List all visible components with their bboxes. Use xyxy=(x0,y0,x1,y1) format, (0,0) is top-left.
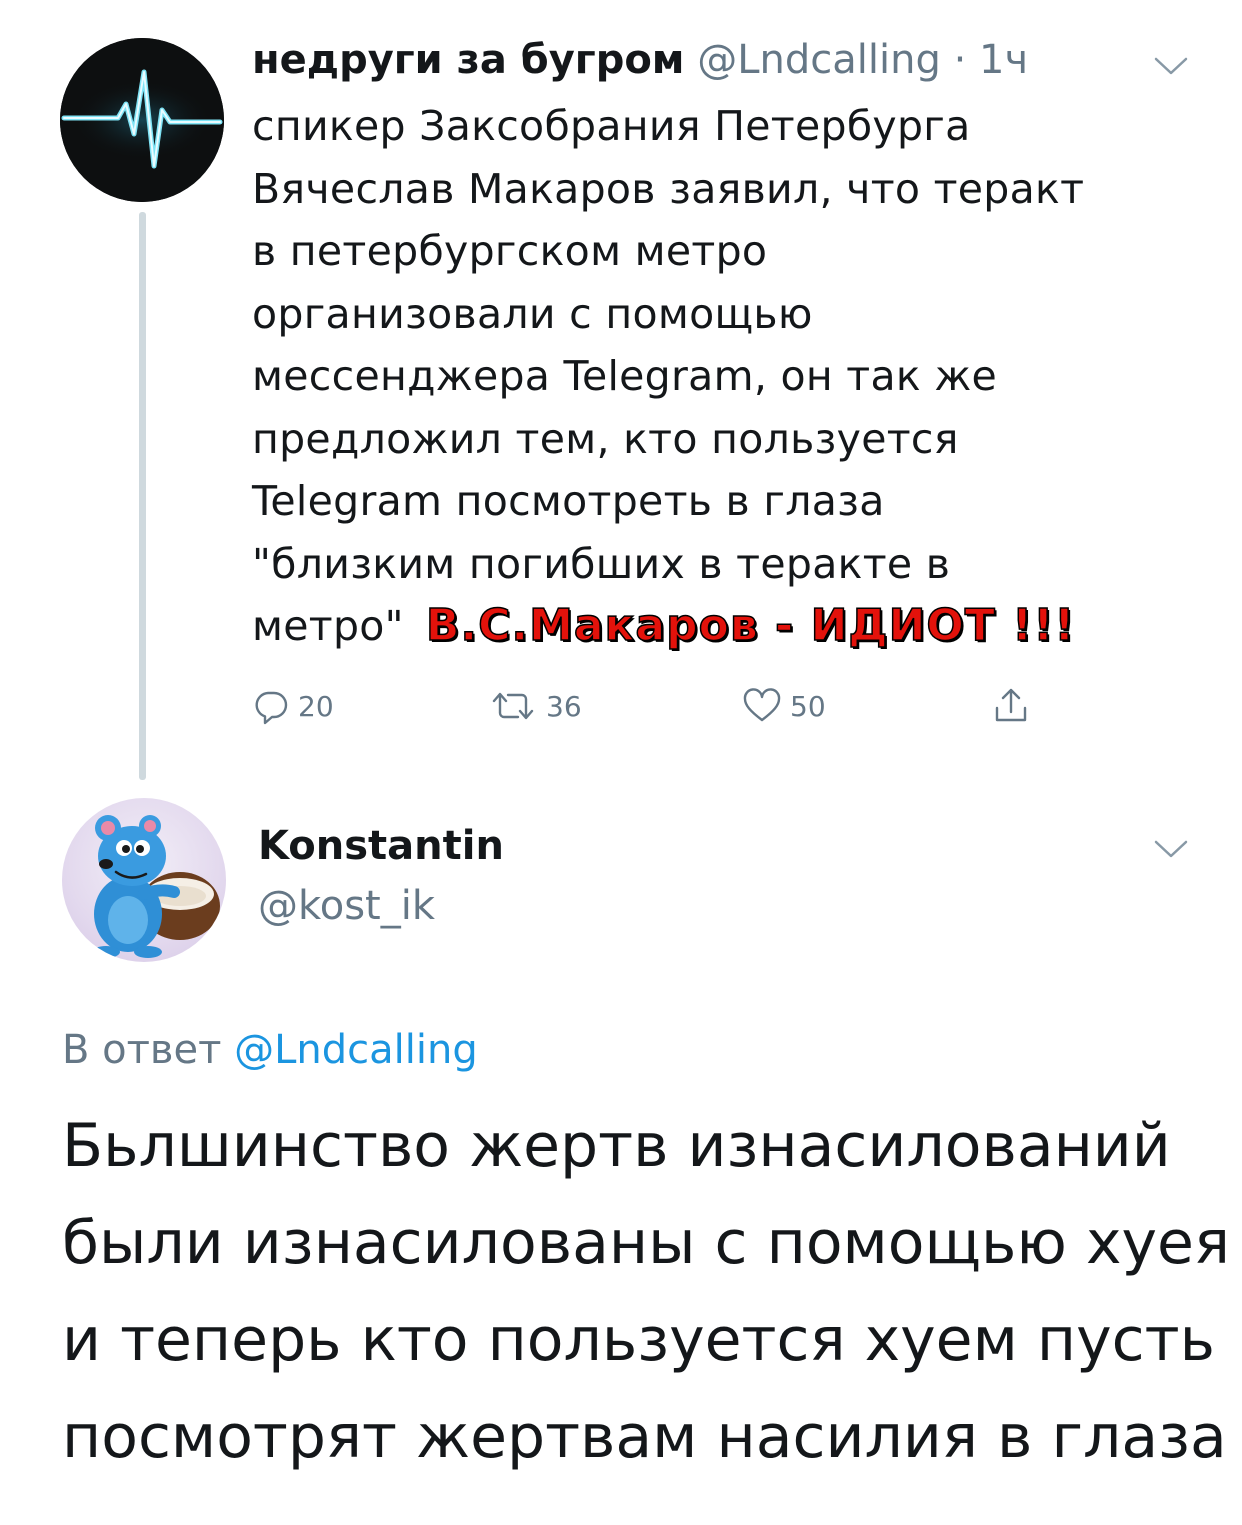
share-button[interactable] xyxy=(992,684,1030,728)
timestamp[interactable]: 1ч xyxy=(979,37,1028,83)
tweet-text-line: спикер Заксобрания Петербурга xyxy=(252,102,971,150)
like-icon xyxy=(743,688,781,722)
tweet1-text: спикер Заксобрания Петербурга Вячеслав М… xyxy=(252,95,1212,658)
reply-count: 20 xyxy=(298,689,334,723)
display-name[interactable]: недруги за бугром xyxy=(252,37,685,83)
chevron-down-icon[interactable] xyxy=(1153,55,1189,77)
tweet-text-line: и теперь кто пользуется хуем пусть xyxy=(62,1305,1215,1375)
avatar-lndcalling[interactable] xyxy=(60,38,224,202)
retweet-icon xyxy=(492,692,534,720)
retweet-count: 36 xyxy=(546,689,582,723)
tweet-text-line: Бьлшинство жертв изнасилований xyxy=(62,1111,1171,1181)
cartoon-mouse-icon xyxy=(92,815,220,958)
pulse-logo-icon xyxy=(60,38,224,202)
replying-to-link[interactable]: @Lndcalling xyxy=(234,1027,478,1073)
display-name[interactable]: Konstantin xyxy=(258,820,504,872)
tweet-text-line: метро" xyxy=(252,602,404,650)
separator-dot: · xyxy=(953,37,967,83)
tweet1-header: недруги за бугром @Lndcalling · 1ч xyxy=(252,34,1028,86)
avatar-konstantin[interactable] xyxy=(62,798,226,962)
reply-icon xyxy=(255,691,288,725)
tweet2-text: Бьлшинство жертв изнасилований были изна… xyxy=(62,1098,1230,1486)
share-icon xyxy=(995,688,1027,722)
tweet-text-line: Telegram посмотреть в глаза xyxy=(252,477,885,525)
tweet-text-last-line: метро" В.С.Макаров - ИДИОТ !!! xyxy=(252,595,1212,658)
tweet-text-line: мессенджера Telegram, он так же xyxy=(252,352,998,400)
overlay-stamp-text: В.С.Макаров - ИДИОТ !!! xyxy=(425,599,1076,652)
replying-prefix: В ответ xyxy=(62,1027,222,1073)
handle[interactable]: @kost_ik xyxy=(258,880,435,932)
tweet-text-line: были изнасилованы с помощью хуея xyxy=(62,1208,1230,1278)
like-button[interactable]: 50 xyxy=(742,684,826,728)
tweet-text-line: "близким погибших в теракте в xyxy=(252,539,951,588)
tweet-text-line: организовали с помощью xyxy=(252,289,813,338)
tweet-text-line: посмотрят жертвам насилия в глаза xyxy=(62,1402,1227,1472)
handle[interactable]: @Lndcalling xyxy=(697,37,941,83)
reply-button[interactable]: 20 xyxy=(252,684,334,728)
tweet-text-line: в петербургском метро xyxy=(252,227,768,275)
thread-line xyxy=(139,212,146,780)
chevron-down-icon[interactable] xyxy=(1153,838,1189,860)
tweet-text-line: Вячеслав Макаров заявил, что теракт xyxy=(252,164,1085,213)
retweet-button[interactable]: 36 xyxy=(488,684,582,728)
tweet-text-line: предложил тем, кто пользуется xyxy=(252,414,959,463)
like-count: 50 xyxy=(790,689,826,723)
replying-to: В ответ @Lndcalling xyxy=(62,1024,478,1076)
